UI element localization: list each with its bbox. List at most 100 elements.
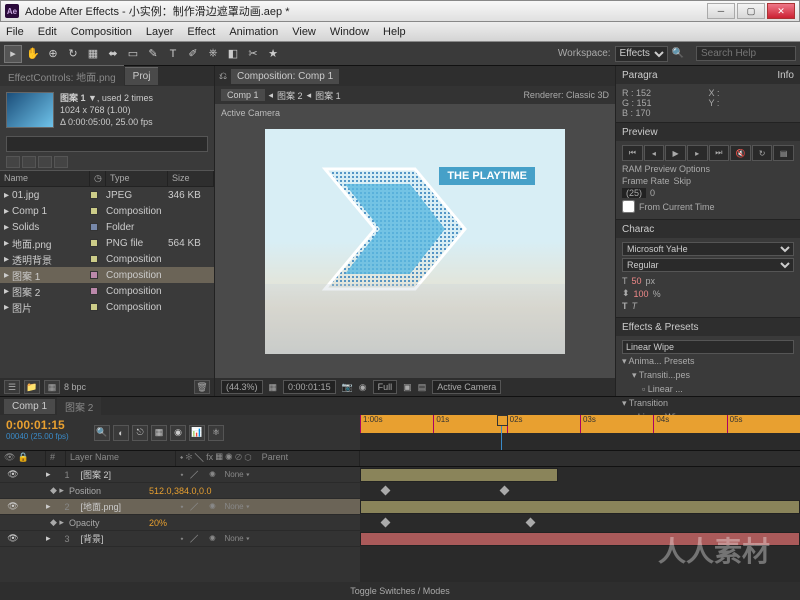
list-item[interactable]: ▸地面.pngPNG file564 KB — [0, 235, 214, 251]
next-frame-icon[interactable]: ▸ — [687, 145, 708, 161]
info-tab[interactable]: Info — [777, 70, 794, 81]
effects-presets-tab[interactable]: Effects & Presets — [616, 318, 800, 336]
tab-effect-controls[interactable]: EffectControls: 地面.png — [0, 65, 124, 87]
layer-row[interactable]: ◆ ▸ Opacity20% — [0, 515, 360, 531]
layer-list[interactable]: 👁▸1[图案 2]⬩ ╱ ◉ None ▾◆ ▸ Position512.0,3… — [0, 467, 360, 582]
timeline-tab-0[interactable]: Comp 1 — [4, 399, 55, 414]
folder-icon[interactable]: 📁 — [24, 380, 40, 394]
stamp-tool-icon[interactable]: ⎈ — [204, 45, 222, 63]
eraser-tool-icon[interactable]: ◧ — [224, 45, 242, 63]
menu-layer[interactable]: Layer — [146, 26, 174, 38]
shy-icon[interactable]: ⎋ — [132, 425, 148, 441]
puppet-tool-icon[interactable]: ★ — [264, 45, 282, 63]
new-comp-icon[interactable]: ▦ — [44, 380, 60, 394]
project-list[interactable]: ▸01.jpgJPEG346 KB▸Comp 1Composition▸Soli… — [0, 187, 214, 378]
panbehind-tool-icon[interactable]: ⬌ — [104, 45, 122, 63]
font-select[interactable]: Microsoft YaHe — [622, 242, 794, 256]
mute-icon[interactable]: 🔇 — [730, 145, 751, 161]
tab-project[interactable]: Proj — [125, 67, 159, 85]
effects-search-input[interactable] — [622, 340, 794, 354]
menu-help[interactable]: Help — [383, 26, 406, 38]
skip-select[interactable]: 0 — [650, 188, 655, 198]
pen-tool-icon[interactable]: ✎ — [144, 45, 162, 63]
brush-tool-icon[interactable]: ✐ — [184, 45, 202, 63]
from-current-checkbox[interactable] — [622, 200, 635, 213]
comp-button-icon[interactable]: ◐ — [113, 425, 129, 441]
menu-edit[interactable]: Edit — [38, 26, 57, 38]
timeline-tab-1[interactable]: 图案 2 — [57, 397, 101, 416]
time-ruler[interactable]: 1:00s01s 02s03s 04s05s — [360, 415, 800, 433]
camera-select[interactable]: Active Camera — [432, 380, 501, 394]
roi-icon[interactable]: ▣ — [403, 382, 412, 393]
roto-tool-icon[interactable]: ✂ — [244, 45, 262, 63]
workspace-select[interactable]: Effects — [615, 46, 668, 62]
layer-row[interactable]: 👁▸2[地面.png]⬩ ╱ ◉ None ▾ — [0, 499, 360, 515]
tracking-input[interactable]: 100 — [634, 289, 649, 299]
bpc-label[interactable]: 8 bpc — [64, 382, 86, 392]
composition-viewer[interactable]: Active Camera THE PLAYTIME — [215, 104, 615, 378]
layer-row[interactable]: 👁▸1[图案 2]⬩ ╱ ◉ None ▾ — [0, 467, 360, 483]
last-frame-icon[interactable]: ⏭ — [709, 145, 730, 161]
menu-view[interactable]: View — [292, 26, 316, 38]
layer-bar[interactable] — [360, 500, 800, 514]
subcomp-tab-0[interactable]: Comp 1 — [221, 89, 265, 101]
layer-bar[interactable] — [360, 532, 800, 546]
subcomp-tab-2[interactable]: 图案 1 — [315, 89, 341, 102]
paragraph-tab[interactable]: Paragra — [622, 70, 658, 81]
first-frame-icon[interactable]: ⏮ — [622, 145, 643, 161]
trash-icon[interactable]: 🗑 — [194, 380, 210, 394]
brainstorm-icon[interactable]: ⚛ — [208, 425, 224, 441]
minimize-button[interactable]: ─ — [707, 3, 735, 19]
search-help-input[interactable] — [696, 46, 796, 61]
list-item[interactable]: ▸图案 2Composition — [0, 283, 214, 299]
framerate-select[interactable]: (25) — [622, 188, 646, 198]
frameblend-icon[interactable]: ▦ — [151, 425, 167, 441]
grid-icon[interactable]: ▦ — [269, 382, 278, 393]
snapshot-icon[interactable]: 📷 — [342, 382, 353, 393]
list-item[interactable]: ▸SolidsFolder — [0, 219, 214, 235]
current-time-indicator[interactable] — [501, 415, 502, 450]
text-tool-icon[interactable]: T — [164, 45, 182, 63]
list-item[interactable]: ▸图片Composition — [0, 299, 214, 315]
renderer-select[interactable]: Classic 3D — [566, 90, 609, 100]
layer-bar[interactable] — [360, 468, 558, 482]
menu-animation[interactable]: Animation — [229, 26, 278, 38]
flowchart-icon[interactable]: ⎌ — [219, 71, 227, 82]
transparency-icon[interactable]: ▤ — [418, 382, 427, 393]
graph-icon[interactable]: 📊 — [189, 425, 205, 441]
ram-icon[interactable]: ▤ — [773, 145, 794, 161]
timecode-display[interactable]: 0:00:01:15 — [6, 418, 84, 432]
loop-icon[interactable]: ↻ — [752, 145, 773, 161]
subcomp-tab-1[interactable]: 图案 2 — [277, 89, 303, 102]
project-search-input[interactable] — [6, 136, 208, 152]
maximize-button[interactable]: ▢ — [737, 3, 765, 19]
layer-row[interactable]: 👁▸3[背景]⬩ ╱ ◉ None ▾ — [0, 531, 360, 547]
menu-effect[interactable]: Effect — [187, 26, 215, 38]
resolution-select[interactable]: Full — [373, 380, 398, 394]
mask-tool-icon[interactable]: ▭ — [124, 45, 142, 63]
toggle-switches-button[interactable]: Toggle Switches / Modes — [0, 582, 800, 600]
search-layer-icon[interactable]: 🔍 — [94, 425, 110, 441]
camera-tool-icon[interactable]: ▦ — [84, 45, 102, 63]
list-item[interactable]: ▸透明背景Composition — [0, 251, 214, 267]
menu-composition[interactable]: Composition — [71, 26, 132, 38]
list-item[interactable]: ▸01.jpgJPEG346 KB — [0, 187, 214, 203]
play-icon[interactable]: ▶ — [665, 145, 686, 161]
layer-row[interactable]: ◆ ▸ Position512.0,384.0,0.0 — [0, 483, 360, 499]
close-button[interactable]: ✕ — [767, 3, 795, 19]
rotate-tool-icon[interactable]: ↻ — [64, 45, 82, 63]
character-tab[interactable]: Charac — [616, 220, 800, 238]
interpret-icon[interactable]: ☰ — [4, 380, 20, 394]
list-item[interactable]: ▸图案 1Composition — [0, 267, 214, 283]
preview-tab[interactable]: Preview — [616, 123, 800, 141]
zoom-tool-icon[interactable]: ⊕ — [44, 45, 62, 63]
time-display[interactable]: 0:00:01:15 — [283, 380, 336, 394]
menu-window[interactable]: Window — [330, 26, 369, 38]
comp-tab[interactable]: Composition: Comp 1 — [231, 69, 339, 84]
motionblur-icon[interactable]: ◉ — [170, 425, 186, 441]
channels-icon[interactable]: ◉ — [359, 382, 367, 393]
menu-file[interactable]: File — [6, 26, 24, 38]
list-item[interactable]: ▸Comp 1Composition — [0, 203, 214, 219]
zoom-select[interactable]: (44.3%) — [221, 380, 263, 394]
prev-frame-icon[interactable]: ◂ — [644, 145, 665, 161]
